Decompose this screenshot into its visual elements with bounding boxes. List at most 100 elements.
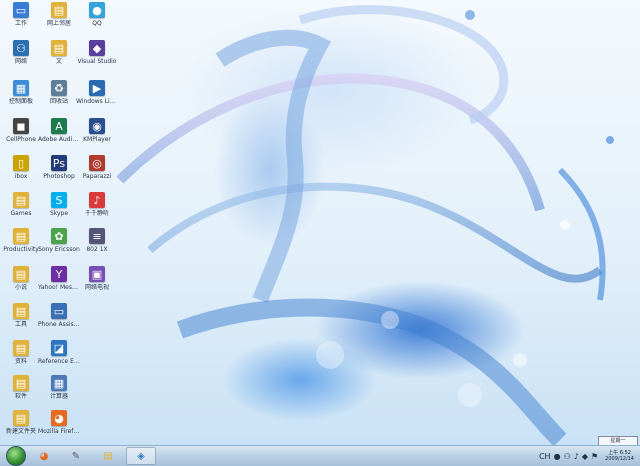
desktop-icon[interactable]: ▯ ibox <box>0 155 42 197</box>
desktop-icon[interactable]: ● QQ <box>76 2 118 44</box>
control-panel-icon: ▦ <box>13 80 29 96</box>
desktop-icon[interactable]: ⚇ 网络 <box>0 40 42 82</box>
system-tray: CH ● ⚇ ♪ ◆ ⚑ 上午 6:52 2009/12/14 <box>539 446 634 466</box>
icon-label: 小说 <box>14 284 27 291</box>
tv-icon: ▣ <box>89 266 105 282</box>
folder-icon: ▤ <box>13 410 29 426</box>
network-tool-icon: ≡ <box>89 228 105 244</box>
calculator-icon: ▦ <box>51 375 67 391</box>
icon-label: Mozilla Firefox <box>38 428 80 435</box>
paparazzi-icon: ◎ <box>89 155 105 171</box>
desktop-icon[interactable]: ≡ 802 1X <box>76 228 118 270</box>
icon-label: 工作 <box>14 20 27 27</box>
visual-studio-icon: ◆ <box>89 40 105 56</box>
firefox-icon: ◕ <box>51 410 67 426</box>
desktop-icon[interactable]: ▣ 网络电视 <box>76 266 118 308</box>
icon-label: 资料 <box>14 358 27 365</box>
taskbar: ◕ ✎ ▤ ◈ CH ● ⚇ ♪ ◆ ⚑ 上午 6:52 2009/12/14 <box>0 445 640 466</box>
desktop-icon[interactable]: Ps Photoshop <box>38 155 80 197</box>
desktop[interactable]: ▭ 工作 ⚇ 网络 ▦ 控制面板 ◼ CellPhone ▯ ibox ▤ Ga… <box>0 0 640 445</box>
player-icon: ♪ <box>89 192 105 208</box>
desktop-icon[interactable]: ◕ Mozilla Firefox <box>38 410 80 445</box>
file-icon: ▯ <box>13 155 29 171</box>
network-icon: ⚇ <box>13 40 29 56</box>
folder-icon: ▤ <box>13 375 29 391</box>
icon-label: CellPhone <box>6 136 36 143</box>
desktop-icon[interactable]: ✿ Sony Ericsson <box>38 228 80 270</box>
start-button[interactable] <box>6 446 26 466</box>
clock-date: 2009/12/14 <box>605 456 634 462</box>
desktop-icon[interactable]: ♻ 回收站 <box>38 80 80 122</box>
network-tray-icon[interactable]: ⚇ <box>564 452 571 461</box>
kmplayer-icon: ◉ <box>89 118 105 134</box>
icon-label: KMPlayer <box>83 136 111 143</box>
qq-icon: ● <box>89 2 105 18</box>
icon-label: 回收站 <box>49 98 68 105</box>
app-taskbar-button[interactable]: ◈ <box>126 447 156 465</box>
desktop-icon[interactable]: ▤ 小说 <box>0 266 42 308</box>
icon-label: 网上邻居 <box>46 20 71 27</box>
volume-icon[interactable]: ♪ <box>574 452 579 461</box>
desktop-icon[interactable]: ▤ Productivity <box>0 228 42 270</box>
icon-label: 网络电视 <box>84 284 109 291</box>
folder-icon: ▤ <box>51 2 67 18</box>
icon-label: 文 <box>55 58 62 65</box>
icon-label: Photoshop <box>43 173 75 180</box>
icon-label: Yahoo! Messenger <box>38 284 80 291</box>
icon-label: Windows Live Movie <box>76 98 118 105</box>
icon-label: Skype <box>49 210 69 217</box>
language-indicator[interactable]: CH <box>539 452 551 461</box>
desktop-icon[interactable]: ◼ CellPhone <box>0 118 42 160</box>
icon-label: 千千静听 <box>84 210 109 217</box>
clock[interactable]: 上午 6:52 2009/12/14 <box>605 450 634 462</box>
folder-icon: ▤ <box>103 450 113 462</box>
photoshop-icon: Ps <box>51 155 67 171</box>
phone-icon: ◼ <box>13 118 29 134</box>
explorer-icon: ◪ <box>51 340 67 356</box>
icon-label: 工具 <box>14 321 27 328</box>
flag-icon[interactable]: ⚑ <box>591 452 598 461</box>
desktop-icon[interactable]: ▤ 网上邻居 <box>38 2 80 44</box>
icon-label: Phone Assistant <box>38 321 80 328</box>
icon-label: Paparazzi <box>82 173 112 180</box>
icon-label: 控制面板 <box>8 98 33 105</box>
icon-label: Games <box>10 210 32 217</box>
icon-label: Productivity <box>3 246 39 253</box>
app-icon: ◈ <box>137 450 145 462</box>
icon-label: 软件 <box>14 393 27 400</box>
desktop-icon[interactable]: ◎ Paparazzi <box>76 155 118 197</box>
desktop-icon[interactable]: ▦ 控制面板 <box>0 80 42 122</box>
desktop-icon[interactable]: ▶ Windows Live Movie <box>76 80 118 122</box>
movie-icon: ▶ <box>89 80 105 96</box>
firefox-taskbar-button[interactable]: ◕ <box>30 448 58 464</box>
folder-icon: ▤ <box>13 192 29 208</box>
icon-label: 新建文件夹 <box>5 428 36 435</box>
icon-label: ibox <box>14 173 28 180</box>
audition-icon: A <box>51 118 67 134</box>
desktop-icon[interactable]: Y Yahoo! Messenger <box>38 266 80 308</box>
explorer-taskbar-button[interactable]: ▤ <box>94 448 122 464</box>
folder-icon: ▤ <box>13 228 29 244</box>
icon-label: 802 1X <box>86 246 108 253</box>
desktop-icon[interactable]: ▤ 文 <box>38 40 80 82</box>
phone-assistant-icon: ▭ <box>51 303 67 319</box>
tools-taskbar-button[interactable]: ✎ <box>62 448 90 464</box>
icon-label: QQ <box>92 20 102 27</box>
desktop-icon[interactable]: ◆ Visual Studio <box>76 40 118 82</box>
desktop-icon[interactable]: ◉ KMPlayer <box>76 118 118 160</box>
security-icon[interactable]: ◆ <box>582 452 588 461</box>
desktop-icon[interactable]: ▤ 工具 <box>0 303 42 345</box>
recycle-bin-icon: ♻ <box>51 80 67 96</box>
firefox-icon: ◕ <box>39 450 49 462</box>
desktop-icon[interactable]: A Adobe Audition <box>38 118 80 160</box>
folder-icon: ▤ <box>13 303 29 319</box>
desktop-icon[interactable]: ▭ 工作 <box>0 2 42 44</box>
desktop-icon[interactable]: ▤ 新建文件夹 <box>0 410 42 445</box>
qq-tray-icon[interactable]: ● <box>554 452 561 461</box>
desktop-icon[interactable]: ▭ Phone Assistant <box>38 303 80 345</box>
icon-label: Reference Explorer <box>38 358 80 365</box>
folder-icon: ▤ <box>13 266 29 282</box>
folder-icon: ▤ <box>51 40 67 56</box>
skype-icon: S <box>51 192 67 208</box>
pen-icon: ✎ <box>71 450 81 462</box>
